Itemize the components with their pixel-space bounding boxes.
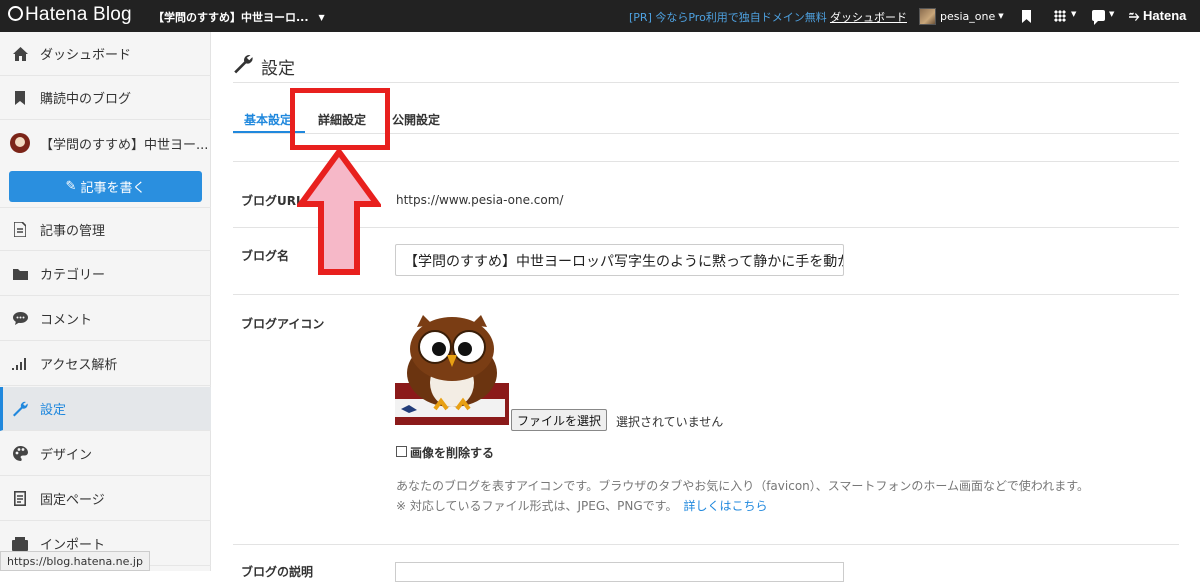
tab-publish-settings[interactable]: 公開設定: [392, 111, 440, 128]
blog-description-label: ブログの説明: [241, 563, 313, 580]
write-article-button[interactable]: ✎ 記事を書く: [9, 171, 202, 202]
hatena-blog-logo[interactable]: Hatena Blog: [8, 4, 132, 26]
top-bar: Hatena Blog 【学問のすすめ】中世ヨーロ...▼ [PR] 今ならPr…: [0, 0, 1200, 32]
sidebar-item-subscriptions[interactable]: 購読中のブログ: [0, 76, 211, 120]
chevron-down-icon: ▼: [319, 13, 325, 22]
username: pesia_one: [940, 10, 995, 23]
document-icon: [12, 221, 28, 237]
palette-icon: [12, 446, 28, 462]
avatar: [919, 8, 936, 25]
folder-icon: [12, 266, 28, 282]
hatena-logo[interactable]: ⥲ Hatena: [1129, 8, 1186, 24]
blog-url-value: https://www.pesia-one.com/: [396, 193, 563, 207]
home-icon: [12, 46, 28, 62]
blog-icon-image: [395, 313, 511, 425]
sidebar-item-settings[interactable]: 設定: [0, 387, 211, 431]
blog-name-label: ブログ名: [241, 247, 289, 264]
file-status: 選択されていません: [616, 413, 723, 430]
delete-image-label[interactable]: 画像を削除する: [410, 444, 494, 461]
comment-icon: [12, 311, 28, 327]
tab-basic-settings[interactable]: 基本設定: [244, 111, 292, 128]
annotation-highlight-box: [290, 88, 390, 150]
sidebar-item-pages[interactable]: 固定ページ: [0, 477, 211, 521]
wrench-icon: [12, 401, 28, 417]
import-icon: [12, 536, 28, 552]
sidebar-item-analytics[interactable]: アクセス解析: [0, 342, 211, 386]
wrench-icon: [233, 54, 253, 79]
sidebar-item-blog[interactable]: 【学問のすすめ】中世ヨー...: [0, 121, 211, 165]
user-menu[interactable]: pesia_one ▼: [919, 7, 1004, 25]
row-divider: [233, 544, 1179, 545]
blog-url-label: ブログURL: [241, 192, 304, 209]
blog-avatar-icon: [10, 133, 30, 153]
file-select-button[interactable]: ファイルを選択: [511, 409, 607, 431]
edit-icon: ✎: [66, 179, 77, 194]
annotation-up-arrow: [297, 148, 381, 276]
page-icon: [12, 491, 28, 507]
signal-icon: [12, 356, 28, 372]
sidebar-item-articles[interactable]: 記事の管理: [0, 207, 211, 251]
divider: [233, 82, 1179, 83]
chevron-down-icon: ▼: [998, 12, 1003, 20]
sidebar-item-comments[interactable]: コメント: [0, 297, 211, 341]
page-title: 設定: [233, 54, 295, 79]
row-divider: [233, 294, 1179, 295]
sidebar: ダッシュボード 購読中のブログ 【学問のすすめ】中世ヨー... ✎ 記事を書く …: [0, 32, 211, 571]
notification-icon[interactable]: [1092, 10, 1105, 21]
bookmark-icon[interactable]: [1022, 10, 1031, 23]
dashboard-link[interactable]: ダッシュボード: [830, 9, 907, 25]
blog-selector[interactable]: 【学問のすすめ】中世ヨーロ...▼: [153, 9, 325, 25]
blog-icon-label: ブログアイコン: [241, 315, 324, 332]
sidebar-item-dashboard[interactable]: ダッシュボード: [0, 32, 211, 76]
chevron-down-icon: ▼: [1071, 10, 1076, 18]
sidebar-item-design[interactable]: デザイン: [0, 432, 211, 476]
delete-image-checkbox[interactable]: [396, 446, 407, 457]
pr-link[interactable]: [PR] 今ならPro利用で独自ドメイン無料: [629, 9, 827, 25]
blog-name-input[interactable]: 【学問のすすめ】中世ヨーロッパ写字生のように黙って静かに手を動か: [395, 244, 844, 276]
details-link[interactable]: 詳しくはこちら: [683, 499, 767, 513]
bookmark-icon: [12, 90, 28, 106]
apps-grid-icon[interactable]: [1054, 10, 1066, 22]
blog-description-input[interactable]: [395, 562, 844, 582]
icon-format-note: ※ 対応しているファイル形式は、JPEG、PNGです。詳しくはこちら: [396, 497, 768, 514]
status-url-bar: https://blog.hatena.ne.jp: [0, 551, 150, 571]
sidebar-item-categories[interactable]: カテゴリー: [0, 252, 211, 296]
icon-help-text: あなたのブログを表すアイコンです。ブラウザのタブやお気に入り（favicon）、…: [396, 477, 1089, 494]
chevron-down-icon: ▼: [1109, 10, 1114, 18]
